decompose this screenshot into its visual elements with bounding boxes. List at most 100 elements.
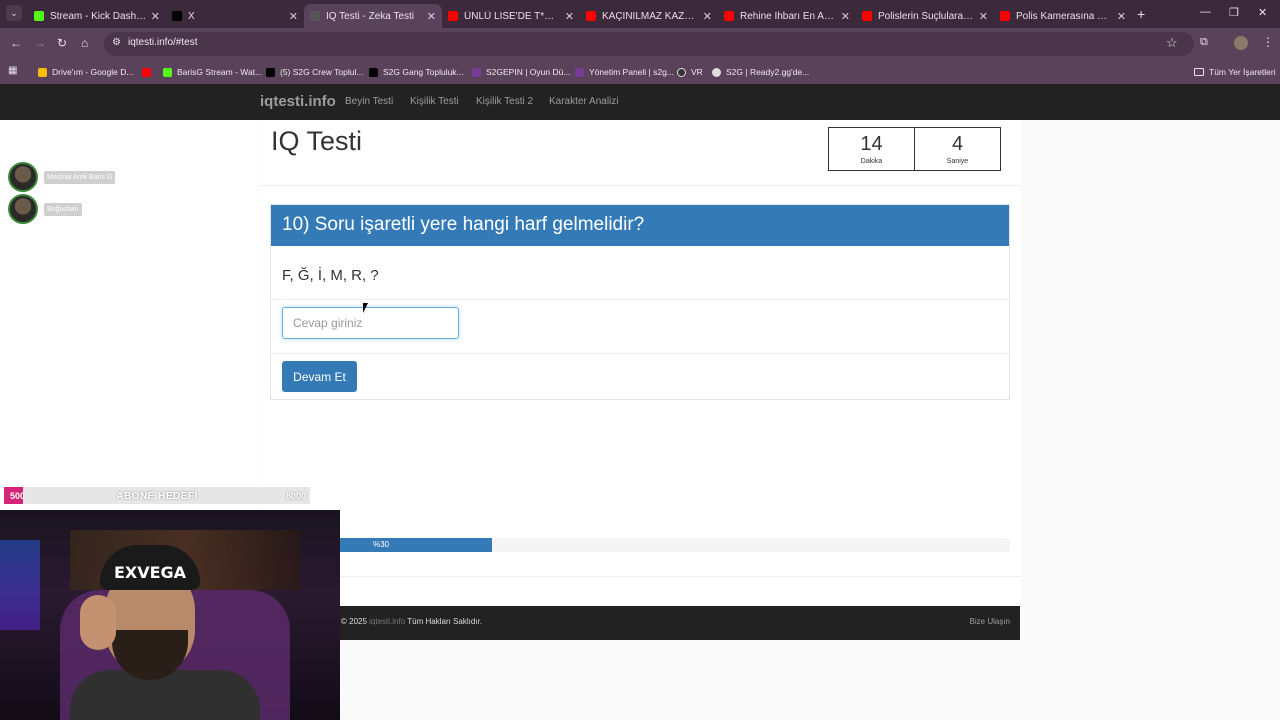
iqtesti-favicon-icon bbox=[310, 11, 320, 21]
mouse-cursor-icon bbox=[363, 303, 368, 313]
restore-icon[interactable]: ❐ bbox=[1229, 6, 1239, 19]
footer-copyright: © 2025 iqtesti.info Tüm Hakları Saklıdır… bbox=[341, 617, 482, 626]
youtube-favicon-icon bbox=[586, 11, 596, 21]
kick-icon bbox=[163, 67, 172, 77]
x-favicon-icon bbox=[172, 11, 182, 21]
browser-menu-icon[interactable]: ⋮ bbox=[1262, 35, 1274, 49]
reload-icon[interactable]: ↻ bbox=[57, 36, 67, 50]
close-icon[interactable]: ✕ bbox=[565, 10, 574, 23]
site-info-icon[interactable]: ⚙ bbox=[112, 37, 121, 48]
back-arrow-icon[interactable]: ← bbox=[10, 36, 22, 50]
progress-bar: %30 bbox=[270, 538, 1010, 552]
folder-icon bbox=[1194, 68, 1204, 76]
answer-input[interactable] bbox=[282, 307, 459, 339]
youtube-favicon-icon bbox=[862, 11, 872, 21]
tab-youtube-2[interactable]: KAÇINILMAZ KAZA! Türki... ✕ bbox=[580, 4, 718, 28]
nav-kisilik-testi[interactable]: Kişilik Testi bbox=[410, 96, 459, 107]
close-icon[interactable]: ✕ bbox=[1117, 10, 1126, 23]
address-bar[interactable]: ⚙ iqtesti.info/#test bbox=[104, 32, 1194, 56]
bookmark-s2g-gang[interactable]: S2G Gang Topluluk... bbox=[369, 64, 464, 80]
home-icon[interactable]: ⌂ bbox=[81, 36, 88, 50]
viewer-name: Boğachan bbox=[44, 202, 82, 216]
timer-seconds: 4 Saniye bbox=[914, 127, 1001, 171]
contact-link[interactable]: Bize Ulaşın bbox=[970, 617, 1010, 626]
kick-favicon-icon bbox=[34, 11, 44, 21]
bookmark-s2gepin[interactable]: S2GEPIN | Oyun Dü... bbox=[472, 64, 570, 80]
tab-youtube-3[interactable]: Rehine İhbarı En Acı Polis... ✕ bbox=[718, 4, 856, 28]
viewer-avatar bbox=[8, 162, 38, 192]
question-text: 10) Soru işaretli yere hangi harf gelmel… bbox=[282, 214, 645, 235]
nav-beyin-testi[interactable]: Beyin Testi bbox=[345, 96, 393, 107]
nav-karakter-analizi[interactable]: Karakter Analizi bbox=[549, 96, 618, 107]
site-brand[interactable]: iqtesti.info bbox=[260, 93, 336, 110]
tab-youtube-4[interactable]: Polislerin Suçlulara Karşı... ✕ bbox=[856, 4, 994, 28]
vr-icon bbox=[677, 67, 686, 77]
close-icon[interactable]: ✕ bbox=[427, 10, 436, 23]
close-icon[interactable]: ✕ bbox=[289, 10, 298, 23]
webcam-feed: EXVEGA bbox=[0, 510, 340, 720]
viewer-entry: Boğachan bbox=[8, 194, 82, 224]
tab-kick-dashboard[interactable]: Stream - Kick Dashboard ✕ bbox=[28, 4, 166, 28]
bookmarks-bar: ▦ Drive'ım - Google D... BarisG Stream -… bbox=[0, 60, 1280, 84]
minimize-icon[interactable]: — bbox=[1200, 6, 1211, 18]
youtube-favicon-icon bbox=[1000, 11, 1010, 21]
webcam-light bbox=[0, 540, 40, 630]
viewer-name: Marjinal Amk Baris G bbox=[44, 170, 116, 184]
url-text[interactable]: iqtesti.info/#test bbox=[128, 37, 197, 48]
site-navbar: iqtesti.info Beyin Testi Kişilik Testi K… bbox=[0, 84, 1280, 120]
divider bbox=[259, 576, 1021, 577]
profile-avatar[interactable] bbox=[1234, 36, 1248, 50]
bookmark-vr[interactable]: VR bbox=[677, 64, 703, 80]
tab-youtube-5[interactable]: Polis Kamerasına Yakalan... ✕ bbox=[994, 4, 1132, 28]
close-icon[interactable]: ✕ bbox=[703, 10, 712, 23]
viewer-entry: Marjinal Amk Baris G bbox=[8, 162, 116, 192]
window-close-icon[interactable]: ✕ bbox=[1258, 6, 1267, 19]
ready2-icon bbox=[712, 67, 721, 77]
site-footer: © 2025 iqtesti.info Tüm Hakları Saklıdır… bbox=[259, 606, 1020, 640]
bookmark-star-icon[interactable]: ☆ bbox=[1166, 35, 1178, 51]
browser-toolbar: ← → ↻ ⌂ ⚙ iqtesti.info/#test ☆ ⧉ ⋮ bbox=[0, 28, 1280, 60]
drive-icon bbox=[38, 67, 47, 77]
divider bbox=[259, 185, 1021, 186]
close-icon[interactable]: ✕ bbox=[151, 10, 160, 23]
bookmark-s2g-crew[interactable]: (5) S2G Crew Toplul... bbox=[266, 64, 363, 80]
divider bbox=[271, 299, 1009, 300]
question-panel: 10) Soru işaretli yere hangi harf gelmel… bbox=[270, 204, 1010, 400]
page-title: IQ Testi bbox=[271, 126, 363, 156]
footer-site-link[interactable]: iqtesti.info bbox=[369, 617, 405, 626]
bookmark-barisg-stream[interactable]: BarisG Stream - Wat... bbox=[163, 64, 262, 80]
divider bbox=[271, 353, 1009, 354]
s2g-icon bbox=[472, 67, 481, 77]
tab-youtube-1[interactable]: ÜNLÜ LİSE'DE T*CİZ İDDİ... ✕ bbox=[442, 4, 580, 28]
x-icon bbox=[369, 67, 378, 77]
apps-grid-icon[interactable]: ▦ bbox=[8, 65, 17, 76]
bookmark-youtube[interactable] bbox=[142, 64, 156, 80]
letter-sequence: F, Ğ, İ, M, R, ? bbox=[282, 267, 379, 284]
close-icon[interactable]: ✕ bbox=[841, 10, 850, 23]
youtube-icon bbox=[142, 67, 151, 77]
question-header: 10) Soru işaretli yere hangi harf gelmel… bbox=[271, 205, 1009, 246]
close-icon[interactable]: ✕ bbox=[979, 10, 988, 23]
new-tab-plus-icon[interactable]: + bbox=[1137, 6, 1145, 22]
forward-arrow-icon[interactable]: → bbox=[34, 36, 46, 50]
viewer-avatar bbox=[8, 194, 38, 224]
tab-search-button[interactable]: ⌄ bbox=[6, 5, 22, 21]
tab-x[interactable]: X ✕ bbox=[166, 4, 304, 28]
all-bookmarks[interactable]: Tüm Yer İşaretleri bbox=[1194, 64, 1276, 80]
continue-button[interactable]: Devam Et bbox=[282, 361, 357, 392]
goal-target: 8000 bbox=[285, 491, 306, 501]
webcam-beanie: EXVEGA bbox=[100, 545, 200, 590]
youtube-favicon-icon bbox=[724, 11, 734, 21]
bookmark-s2g-ready2[interactable]: S2G | Ready2.gg'de... bbox=[712, 64, 809, 80]
browser-tab-strip: ⌄ Stream - Kick Dashboard ✕ X ✕ IQ Testi… bbox=[0, 0, 1280, 28]
bookmark-drive[interactable]: Drive'ım - Google D... bbox=[38, 64, 133, 80]
timer-minutes: 14 Dakika bbox=[828, 127, 915, 171]
nav-kisilik-testi-2[interactable]: Kişilik Testi 2 bbox=[476, 96, 533, 107]
subscriber-goal-bar: 500 ABONE HEDEFİ 8000 bbox=[4, 487, 310, 504]
tab-iq-testi[interactable]: IQ Testi - Zeka Testi ✕ bbox=[304, 4, 442, 28]
extensions-icon[interactable]: ⧉ bbox=[1200, 36, 1208, 49]
s2g-icon bbox=[575, 67, 584, 77]
webcam-body bbox=[70, 670, 260, 720]
youtube-favicon-icon bbox=[448, 11, 458, 21]
bookmark-yonetim-paneli[interactable]: Yönetim Paneli | s2g... bbox=[575, 64, 674, 80]
